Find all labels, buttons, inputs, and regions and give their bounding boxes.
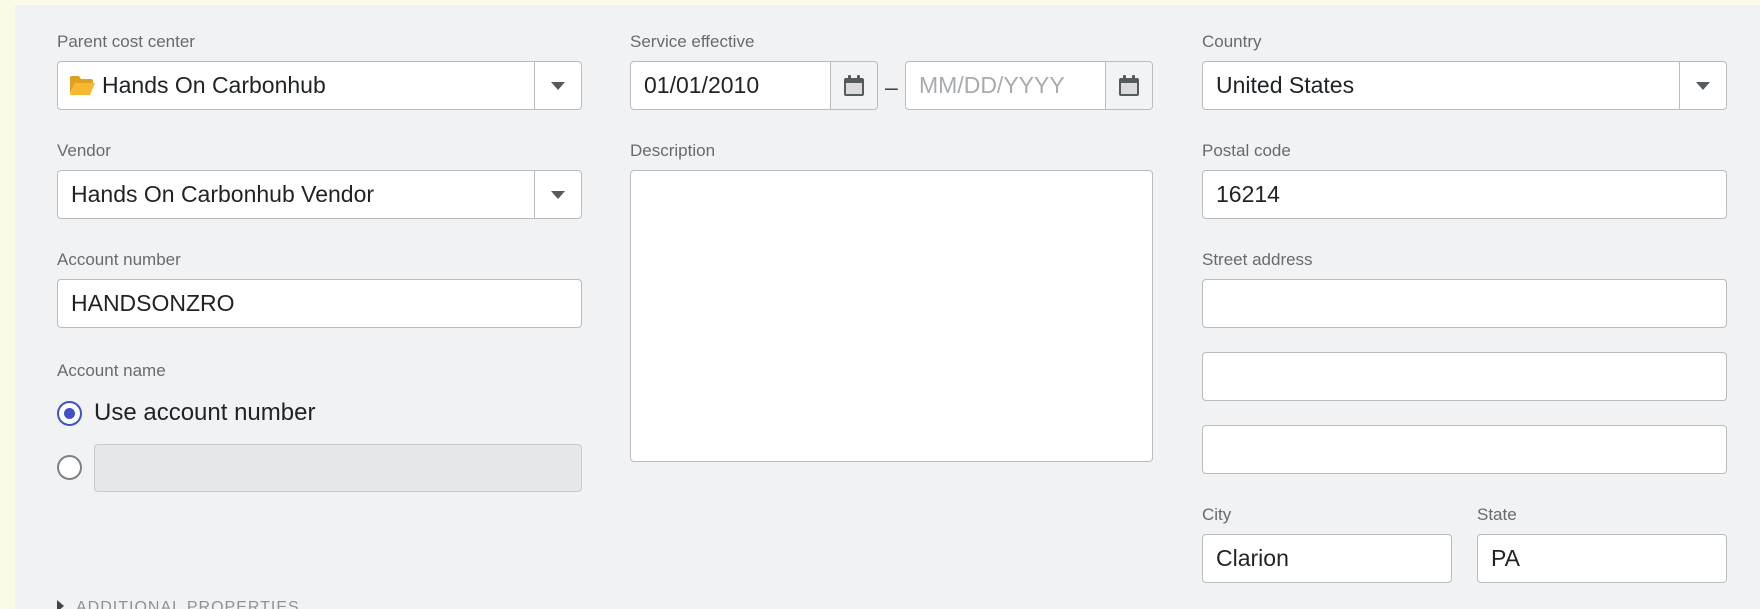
state-input[interactable]: PA bbox=[1477, 534, 1727, 583]
vendor-value: Hands On Carbonhub Vendor bbox=[71, 181, 375, 207]
caret-right-icon bbox=[57, 599, 64, 609]
city-value: Clarion bbox=[1216, 545, 1289, 571]
street-address-line2-input[interactable] bbox=[1202, 352, 1727, 401]
vendor-label: Vendor bbox=[57, 141, 111, 160]
country-dropdown-button[interactable] bbox=[1679, 62, 1726, 109]
country-value: United States bbox=[1216, 72, 1355, 98]
street-address-label: Street address bbox=[1202, 250, 1313, 269]
chevron-down-icon bbox=[551, 81, 565, 90]
form-panel: Parent cost center Hands On Carbonhub Ve… bbox=[15, 5, 1760, 609]
parent-cost-center-dropdown-button[interactable] bbox=[534, 62, 581, 109]
vendor-dropdown-button[interactable] bbox=[534, 171, 581, 218]
additional-properties-label: ADDITIONAL PROPERTIES bbox=[76, 599, 300, 609]
calendar-icon bbox=[1119, 75, 1139, 96]
folder-icon bbox=[69, 75, 96, 96]
account-number-value: HANDSONZRO bbox=[71, 290, 235, 316]
state-label: State bbox=[1477, 505, 1517, 524]
parent-cost-center-label: Parent cost center bbox=[57, 32, 195, 51]
service-end-date-placeholder: MM/DD/YYYY bbox=[919, 72, 1065, 98]
city-label: City bbox=[1202, 505, 1232, 524]
description-label: Description bbox=[630, 141, 716, 160]
calendar-icon bbox=[844, 75, 864, 96]
use-account-number-label[interactable]: Use account number bbox=[94, 399, 315, 427]
postal-code-value: 16214 bbox=[1216, 181, 1280, 207]
service-effective-label: Service effective bbox=[630, 32, 755, 51]
city-input[interactable]: Clarion bbox=[1202, 534, 1452, 583]
postal-code-label: Postal code bbox=[1202, 141, 1291, 160]
account-number-input[interactable]: HANDSONZRO bbox=[57, 279, 582, 328]
parent-cost-center-select[interactable]: Hands On Carbonhub bbox=[57, 61, 582, 110]
service-start-date-value: 01/01/2010 bbox=[644, 72, 760, 98]
parent-cost-center-value: Hands On Carbonhub bbox=[102, 72, 326, 98]
chevron-down-icon bbox=[551, 190, 565, 199]
custom-account-name-radio[interactable] bbox=[57, 455, 82, 480]
service-start-date-input[interactable]: 01/01/2010 bbox=[630, 61, 878, 110]
street-address-line1-input[interactable] bbox=[1202, 279, 1727, 328]
start-date-calendar-button[interactable] bbox=[830, 62, 877, 109]
state-value: PA bbox=[1491, 545, 1520, 571]
country-select[interactable]: United States bbox=[1202, 61, 1727, 110]
use-account-number-radio[interactable] bbox=[57, 401, 82, 426]
service-end-date-input[interactable]: MM/DD/YYYY bbox=[905, 61, 1153, 110]
custom-account-name-input[interactable] bbox=[94, 444, 582, 492]
description-textarea[interactable] bbox=[630, 170, 1153, 462]
additional-properties-toggle[interactable]: ADDITIONAL PROPERTIES bbox=[57, 598, 300, 609]
street-address-line3-input[interactable] bbox=[1202, 425, 1727, 474]
account-name-label: Account name bbox=[57, 361, 166, 380]
end-date-calendar-button[interactable] bbox=[1105, 62, 1152, 109]
date-range-separator: – bbox=[885, 74, 898, 100]
account-number-label: Account number bbox=[57, 250, 181, 269]
vendor-select[interactable]: Hands On Carbonhub Vendor bbox=[57, 170, 582, 219]
country-label: Country bbox=[1202, 32, 1262, 51]
chevron-down-icon bbox=[1696, 81, 1710, 90]
postal-code-input[interactable]: 16214 bbox=[1202, 170, 1727, 219]
